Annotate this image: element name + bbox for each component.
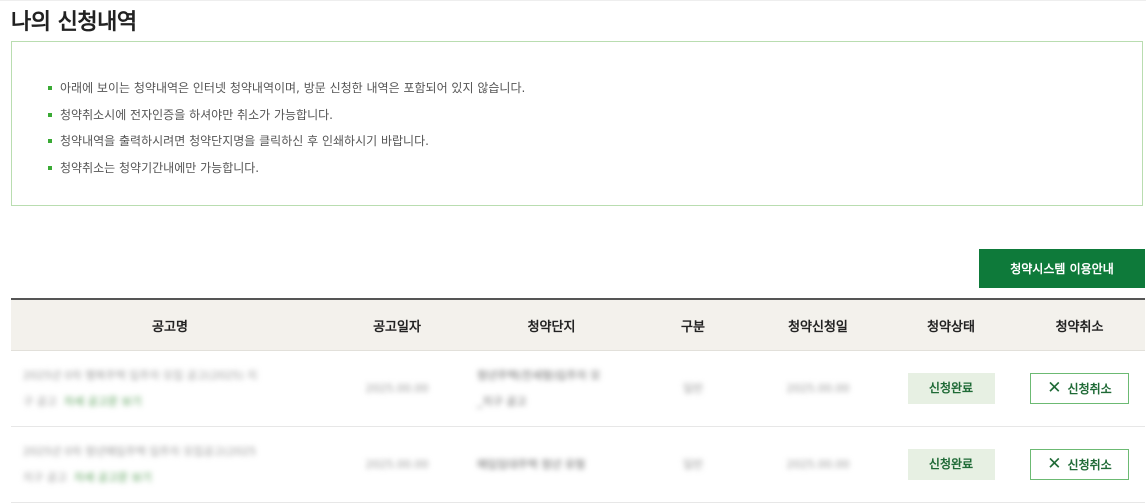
complex-name[interactable]: 청년주택(전세형)입주자 모	[477, 369, 600, 382]
status-cell: 신청완료	[888, 350, 1014, 427]
notice-name-text: 2025년 0차 행복주택 입주자 모집 공고(2025) 지	[23, 368, 258, 382]
cancel-cell: ✕ 신청취소	[1014, 426, 1145, 503]
notice-name-text: 2025년 0차 청년매입주택 입주자 모집공고(2025	[23, 444, 257, 458]
notice-date-cell: 2025.00.00	[329, 426, 465, 503]
bullet-icon	[48, 139, 52, 143]
close-icon: ✕	[1047, 378, 1062, 398]
notice-item: 청약내역을 출력하시려면 청약단지명을 클릭하신 후 인쇄하시기 바랍니다.	[48, 128, 1142, 155]
bullet-icon	[48, 165, 52, 170]
notice-list: 아래에 보이는 청약내역은 인터넷 청약내역이며, 방문 신청한 내역은 포함되…	[12, 42, 1142, 181]
apply-date-cell: 2025.00.00	[748, 426, 888, 503]
notice-item: 청약취소는 청약기간내에만 가능합니다.	[48, 155, 1142, 182]
notice-date-cell: 2025.00.00	[329, 350, 465, 427]
status-badge: 신청완료	[907, 449, 995, 480]
notice-box: 아래에 보이는 청약내역은 인터넷 청약내역이며, 방문 신청한 내역은 포함되…	[11, 41, 1143, 206]
complex-name-line2[interactable]: _지구 공고	[477, 395, 526, 408]
system-guide-button[interactable]: 청약시스템 이용안내	[979, 249, 1145, 288]
table-row: 2025년 0차 청년매입주택 입주자 모집공고(2025 지구 공고 자세 공…	[11, 426, 1145, 503]
table-row: 2025년 0차 행복주택 입주자 모집 공고(2025) 지 구 공고 자세 …	[11, 350, 1145, 427]
bullet-icon	[48, 86, 52, 90]
header-complex: 청약단지	[465, 299, 638, 351]
header-notice-date: 공고일자	[329, 299, 465, 351]
notice-detail-link[interactable]: 자세 공고문 보기	[64, 395, 142, 408]
header-status: 청약상태	[888, 299, 1014, 351]
complex-cell[interactable]: 청년주택(전세형)입주자 모 _지구 공고	[465, 350, 638, 427]
table-header-row: 공고명 공고일자 청약단지 구분 청약신청일 청약상태 청약취소	[11, 299, 1145, 351]
notice-detail-link[interactable]: 자세 공고문 보기	[74, 471, 152, 484]
status-cell: 신청완료	[888, 426, 1014, 503]
header-notice-name: 공고명	[11, 299, 329, 351]
type-cell: 일반	[638, 350, 748, 427]
type-cell: 일반	[638, 426, 748, 503]
complex-cell[interactable]: 매입임대주택 청년 유형	[465, 426, 638, 503]
header-apply-date: 청약신청일	[748, 299, 888, 351]
application-table: 공고명 공고일자 청약단지 구분 청약신청일 청약상태 청약취소 2025년 0…	[11, 298, 1145, 503]
status-badge: 신청완료	[907, 373, 995, 404]
bullet-icon	[48, 112, 52, 117]
complex-name[interactable]: 매입임대주택 청년 유형	[477, 458, 585, 471]
notice-name-cell: 2025년 0차 행복주택 입주자 모집 공고(2025) 지 구 공고 자세 …	[11, 350, 329, 427]
cancel-application-button[interactable]: ✕ 신청취소	[1030, 449, 1129, 480]
close-icon: ✕	[1047, 454, 1062, 474]
notice-name-cell: 2025년 0차 청년매입주택 입주자 모집공고(2025 지구 공고 자세 공…	[11, 426, 329, 503]
notice-name-text-line2: 구 공고	[23, 394, 57, 408]
notice-name-text-line2: 지구 공고	[23, 470, 67, 484]
apply-date-cell: 2025.00.00	[748, 350, 888, 427]
cancel-application-button[interactable]: ✕ 신청취소	[1030, 373, 1129, 404]
page-title: 나의 신청내역	[11, 10, 137, 35]
top-divider	[0, 0, 1146, 1]
notice-item: 청약취소시에 전자인증을 하셔야만 취소가 가능합니다.	[48, 102, 1142, 129]
cancel-cell: ✕ 신청취소	[1014, 350, 1145, 427]
notice-item: 아래에 보이는 청약내역은 인터넷 청약내역이며, 방문 신청한 내역은 포함되…	[48, 75, 1142, 102]
header-cancel: 청약취소	[1014, 299, 1145, 351]
header-type: 구분	[638, 299, 748, 351]
